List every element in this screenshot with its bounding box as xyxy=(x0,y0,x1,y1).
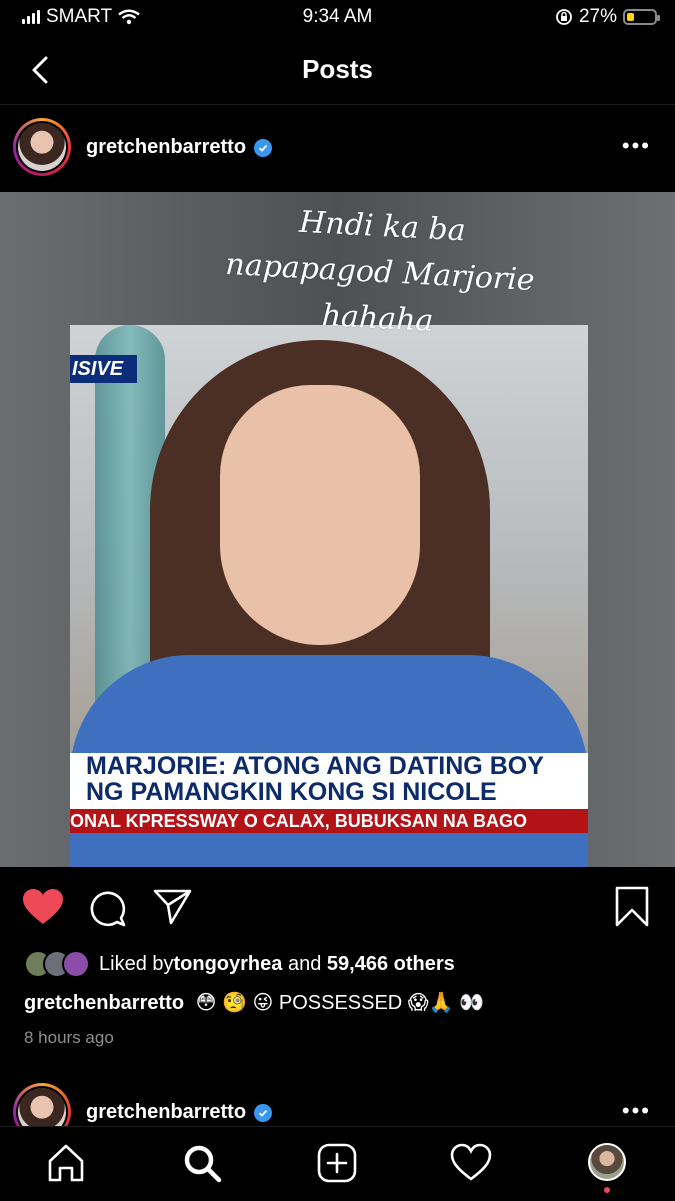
avatar-image xyxy=(18,1088,66,1128)
rotation-lock-icon xyxy=(556,9,572,25)
likes-count[interactable]: 59,466 others xyxy=(327,953,455,976)
lower-third-line-1: MARJORIE: ATONG ANG DATING BOY xyxy=(86,753,544,779)
status-bar: SMART 9:34 AM 27% xyxy=(0,0,675,36)
home-icon[interactable] xyxy=(44,1141,88,1185)
top-nav: Posts xyxy=(0,40,675,104)
post-username[interactable]: gretchenbarretto xyxy=(86,136,246,159)
post-timestamp: 8 hours ago xyxy=(24,1028,114,1047)
post-image[interactable]: ISIVE MARJORIE: ATONG ANG DATING BOY NG … xyxy=(0,192,675,867)
lower-third-line-2: NG PAMANGKIN KONG SI NICOLE xyxy=(86,779,497,805)
battery-percent: 27% xyxy=(578,6,617,27)
notification-dot xyxy=(604,1187,610,1193)
post-caption: gretchenbarretto 😳 🧐 😜 POSSESSED 😱🙏 👀 xyxy=(24,990,664,1015)
likes-middle: and xyxy=(282,952,327,975)
post-avatar[interactable] xyxy=(13,118,71,176)
post-actions xyxy=(0,880,675,936)
profile-avatar[interactable] xyxy=(588,1143,626,1181)
next-post-username[interactable]: gretchenbarretto xyxy=(86,1101,246,1124)
next-post-author[interactable]: gretchenbarretto xyxy=(86,1101,273,1124)
search-icon[interactable] xyxy=(180,1141,224,1185)
liker-avatar xyxy=(62,950,90,978)
next-post-header: gretchenbarretto ••• xyxy=(0,1080,675,1128)
avatar-image xyxy=(18,123,66,171)
bottom-tab-bar xyxy=(0,1126,675,1201)
caption-username[interactable]: gretchenbarretto xyxy=(24,992,184,1014)
news-lower-third: MARJORIE: ATONG ANG DATING BOY NG PAMANG… xyxy=(70,753,588,809)
bookmark-save-icon[interactable] xyxy=(614,886,650,928)
like-heart-icon[interactable] xyxy=(22,888,64,926)
status-right: 27% xyxy=(555,6,660,28)
exclusive-tag: ISIVE xyxy=(70,355,137,383)
caption-text: 😳 🧐 😜 POSSESSED 😱🙏 👀 xyxy=(195,992,485,1014)
likes-user[interactable]: tongoyrhea xyxy=(174,953,283,976)
post-header: gretchenbarretto ••• xyxy=(0,105,675,191)
news-ticker: ONAL KPRESSWAY O CALAX, BUBUKSAN NA BAGO xyxy=(70,809,588,833)
likes-prefix: Liked by xyxy=(99,952,174,975)
post-author[interactable]: gretchenbarretto xyxy=(86,136,273,159)
liker-avatars xyxy=(24,950,90,978)
story-ring xyxy=(13,118,71,176)
verified-badge-icon xyxy=(254,138,273,157)
more-options-icon[interactable]: ••• xyxy=(622,1098,651,1124)
page-title: Posts xyxy=(302,54,373,84)
subject-face xyxy=(220,385,420,645)
verified-badge-icon xyxy=(254,1103,273,1122)
activity-heart-icon[interactable] xyxy=(449,1141,493,1185)
battery-icon xyxy=(623,9,660,25)
handwritten-overlay: Hndi ka ba napapagod Marjorie hahaha xyxy=(207,195,554,351)
more-options-icon[interactable]: ••• xyxy=(622,133,651,159)
likes-summary[interactable]: Liked by tongoyrhea and 59,466 others xyxy=(24,948,664,980)
tv-screenshot: ISIVE MARJORIE: ATONG ANG DATING BOY NG … xyxy=(70,325,588,867)
add-post-icon[interactable] xyxy=(315,1141,359,1185)
next-post-avatar[interactable] xyxy=(13,1083,71,1128)
share-send-icon[interactable] xyxy=(153,888,193,926)
comment-icon[interactable] xyxy=(88,888,128,928)
